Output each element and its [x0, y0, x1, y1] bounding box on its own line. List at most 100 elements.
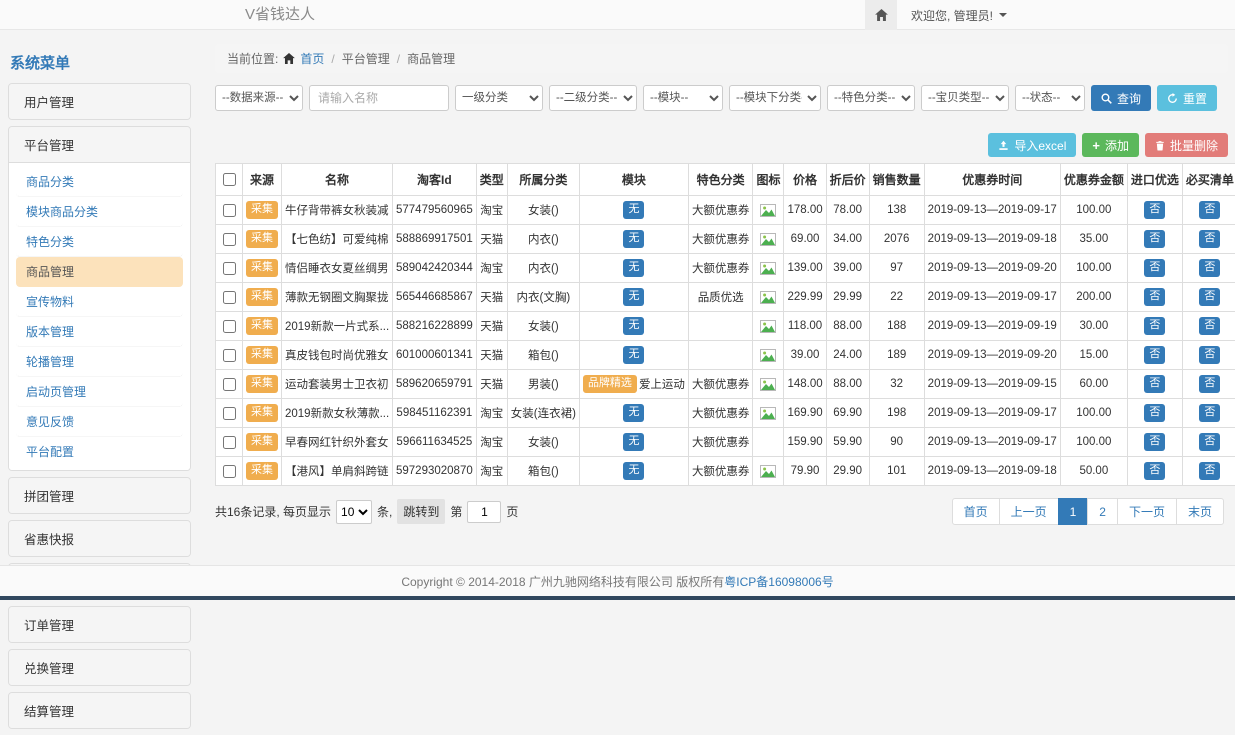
jump-page-input[interactable]: [467, 501, 501, 523]
row-checkbox[interactable]: [223, 291, 236, 304]
must-buy-toggle[interactable]: 否: [1199, 201, 1220, 219]
must-buy-toggle[interactable]: 否: [1199, 259, 1220, 277]
row-checkbox[interactable]: [223, 465, 236, 478]
level2-category-select[interactable]: --二级分类--: [549, 85, 637, 111]
breadcrumb: 当前位置: 首页 / 平台管理 / 商品管理: [215, 44, 1228, 73]
sidebar-group-兑换管理[interactable]: 兑换管理: [9, 650, 190, 685]
imported-toggle[interactable]: 否: [1144, 375, 1165, 393]
page-button-1[interactable]: 1: [1058, 498, 1089, 525]
main-content: 当前位置: 首页 / 平台管理 / 商品管理 --数据来源-- 一级分类--二级分…: [215, 44, 1228, 525]
sidebar-item-商品分类[interactable]: 商品分类: [16, 167, 183, 197]
sidebar-group-结算管理[interactable]: 结算管理: [9, 693, 190, 728]
batch-delete-button[interactable]: 批量删除: [1145, 133, 1228, 157]
imported-toggle[interactable]: 否: [1144, 462, 1165, 480]
item-type-select[interactable]: --宝贝类型--: [921, 85, 1009, 111]
row-checkbox[interactable]: [223, 262, 236, 275]
source-cell: 采集: [243, 370, 282, 399]
sidebar-group-拼团管理[interactable]: 拼团管理: [9, 478, 190, 513]
module-sub-select[interactable]: --模块下分类--: [729, 85, 821, 111]
reset-button[interactable]: 重置: [1157, 85, 1217, 111]
row-checkbox[interactable]: [223, 378, 236, 391]
breadcrumb-label: 当前位置:: [227, 50, 278, 67]
sidebar-item-商品管理[interactable]: 商品管理: [16, 257, 183, 287]
imported-toggle[interactable]: 否: [1144, 230, 1165, 248]
row-checkbox[interactable]: [223, 407, 236, 420]
imported-toggle-cell: 否: [1127, 399, 1182, 428]
name-input[interactable]: [309, 85, 449, 111]
row-checkbox[interactable]: [223, 204, 236, 217]
imported-toggle[interactable]: 否: [1144, 404, 1165, 422]
page-button-首页[interactable]: 首页: [952, 498, 1000, 525]
add-button[interactable]: + 添加: [1082, 133, 1139, 157]
must-buy-toggle[interactable]: 否: [1199, 462, 1220, 480]
sidebar-item-版本管理[interactable]: 版本管理: [16, 317, 183, 347]
must-buy-toggle[interactable]: 否: [1199, 346, 1220, 364]
status-select[interactable]: --状态--: [1015, 85, 1085, 111]
must-buy-toggle[interactable]: 否: [1199, 404, 1220, 422]
source-cell: 采集: [243, 196, 282, 225]
price-cell: 118.00: [784, 312, 826, 341]
imported-toggle[interactable]: 否: [1144, 259, 1165, 277]
sidebar-group-订单管理[interactable]: 订单管理: [9, 607, 190, 642]
sidebar-item-意见反馈[interactable]: 意见反馈: [16, 407, 183, 437]
row-select-cell: [216, 428, 243, 457]
module-badge: 无: [623, 288, 644, 306]
module-select[interactable]: --模块--: [643, 85, 723, 111]
imported-toggle[interactable]: 否: [1144, 317, 1165, 335]
discount-price-cell: 29.90: [826, 457, 869, 486]
must-buy-toggle[interactable]: 否: [1199, 230, 1220, 248]
row-select-cell: [216, 370, 243, 399]
col-header-coupon-time: 优惠券时间: [924, 164, 1060, 196]
thumbnail-icon: [760, 349, 776, 362]
feature-category-select[interactable]: --特色分类--: [827, 85, 915, 111]
module-cell: 无: [579, 196, 688, 225]
per-page-select[interactable]: 10: [336, 500, 372, 524]
sidebar-item-启动页管理[interactable]: 启动页管理: [16, 377, 183, 407]
sidebar-item-平台配置[interactable]: 平台配置: [16, 437, 183, 466]
level1-category-select[interactable]: 一级分类: [455, 85, 543, 111]
home-button[interactable]: [865, 0, 897, 30]
user-menu[interactable]: 欢迎您, 管理员!: [911, 7, 1007, 24]
app-title: V省钱达人: [245, 0, 315, 30]
search-button[interactable]: 查询: [1091, 85, 1151, 111]
sidebar-group-用户管理[interactable]: 用户管理: [9, 84, 190, 119]
imported-toggle[interactable]: 否: [1144, 433, 1165, 451]
must-buy-toggle-cell: 否: [1182, 399, 1235, 428]
icp-link[interactable]: 粤ICP备16098006号: [724, 573, 833, 590]
row-checkbox[interactable]: [223, 436, 236, 449]
page-button-下一页[interactable]: 下一页: [1117, 498, 1177, 525]
type-cell: 淘宝: [476, 457, 507, 486]
bottom-strip: [0, 596, 1235, 600]
sidebar-group-省惠快报[interactable]: 省惠快报: [9, 521, 190, 556]
import-excel-button[interactable]: 导入excel: [988, 133, 1076, 157]
row-checkbox[interactable]: [223, 349, 236, 362]
breadcrumb-home-link[interactable]: 首页: [300, 50, 324, 67]
page-button-上一页[interactable]: 上一页: [999, 498, 1059, 525]
must-buy-toggle[interactable]: 否: [1199, 288, 1220, 306]
imported-toggle[interactable]: 否: [1144, 288, 1165, 306]
sales-cell: 90: [869, 428, 924, 457]
sidebar-item-宣传物料[interactable]: 宣传物料: [16, 287, 183, 317]
type-cell: 天猫: [476, 312, 507, 341]
source-select[interactable]: --数据来源--: [215, 85, 303, 111]
sidebar-item-模块商品分类[interactable]: 模块商品分类: [16, 197, 183, 227]
coupon-amount-cell: 100.00: [1060, 428, 1127, 457]
module-badge: 无: [623, 317, 644, 335]
source-badge: 采集: [246, 288, 278, 306]
must-buy-toggle[interactable]: 否: [1199, 317, 1220, 335]
page-button-2[interactable]: 2: [1087, 498, 1118, 525]
row-checkbox[interactable]: [223, 320, 236, 333]
sidebar-item-轮播管理[interactable]: 轮播管理: [16, 347, 183, 377]
jump-button[interactable]: 跳转到: [397, 499, 445, 524]
coupon-time-cell: 2019-09-13—2019-09-19: [924, 312, 1060, 341]
must-buy-toggle[interactable]: 否: [1199, 375, 1220, 393]
sidebar-group-平台管理[interactable]: 平台管理: [9, 127, 190, 162]
imported-toggle[interactable]: 否: [1144, 346, 1165, 364]
icon-cell: [753, 341, 784, 370]
select-all-checkbox[interactable]: [223, 173, 236, 186]
must-buy-toggle[interactable]: 否: [1199, 433, 1220, 451]
sidebar-item-特色分类[interactable]: 特色分类: [16, 227, 183, 257]
imported-toggle[interactable]: 否: [1144, 201, 1165, 219]
row-checkbox[interactable]: [223, 233, 236, 246]
page-button-末页[interactable]: 末页: [1176, 498, 1224, 525]
